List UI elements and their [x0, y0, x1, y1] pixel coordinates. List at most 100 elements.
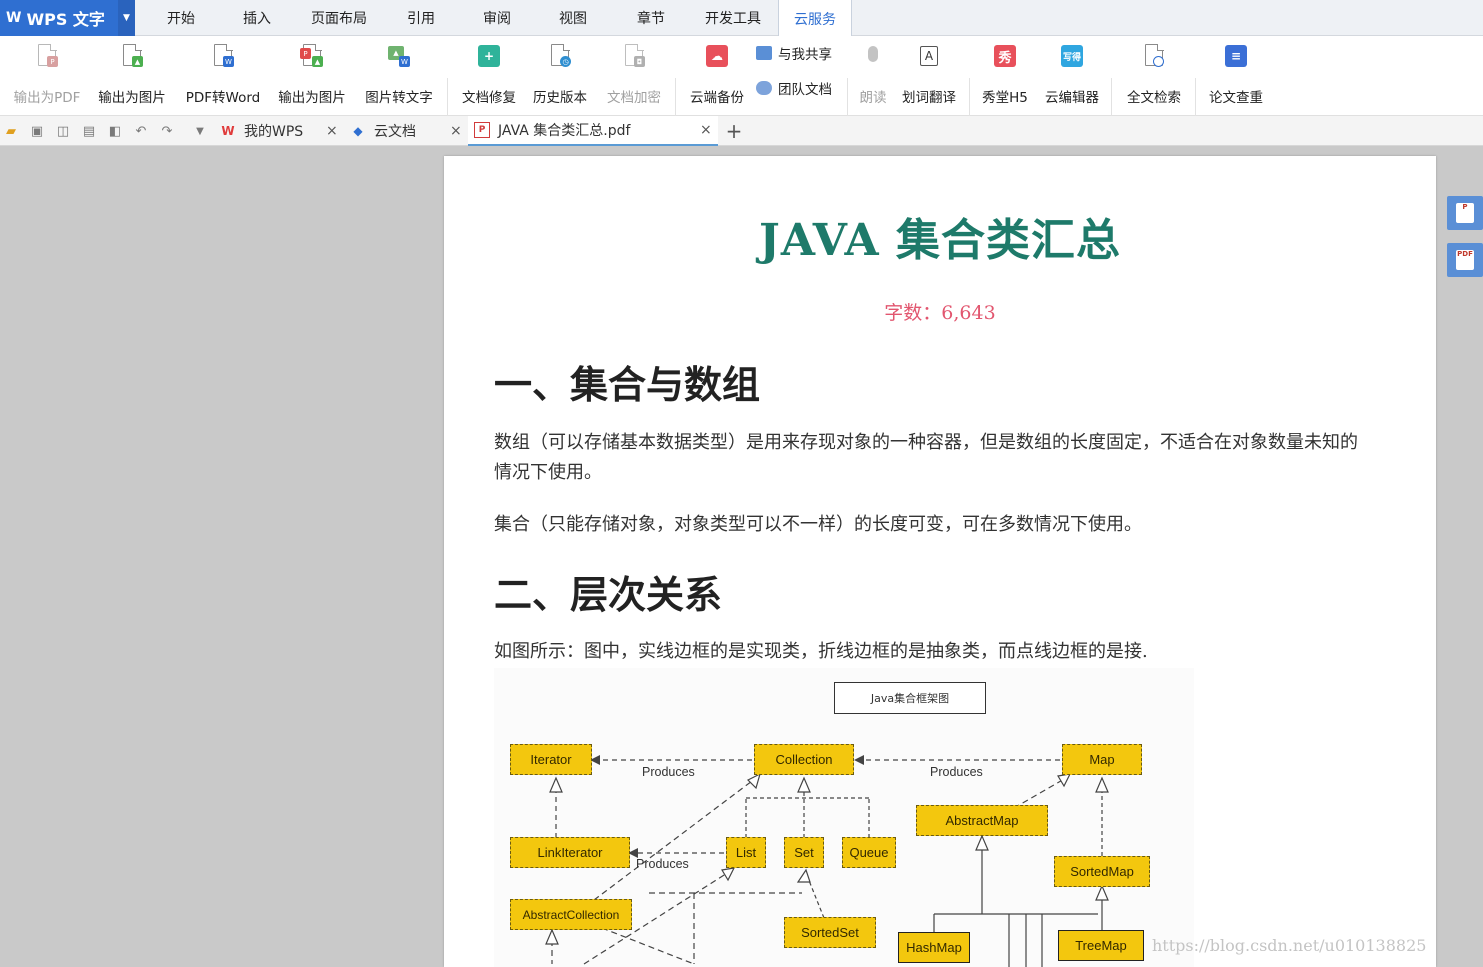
export-image-button[interactable]: ▲ 输出为图片	[94, 42, 170, 106]
export-pdf-button[interactable]: P 输出为PDF	[10, 42, 84, 106]
xiu-icon: 秀	[992, 44, 1018, 72]
word-count: 字数：6,643	[884, 302, 996, 324]
node-abstractmap: AbstractMap	[916, 805, 1048, 836]
export-pdf-icon: P	[34, 43, 60, 72]
node-hashmap: HashMap	[898, 932, 970, 963]
thesis-check-button[interactable]: ≡ 论文查重	[1202, 42, 1270, 106]
doc-tab-cloud-docs[interactable]: ◆ 云文档 ×	[350, 116, 466, 146]
collection-framework-diagram: Java集合框架图 Iterator Collection Map LinkIt…	[494, 668, 1194, 967]
side-pdf-to-word-button[interactable]: P	[1447, 196, 1483, 230]
tab-developer[interactable]: 开发工具	[694, 0, 772, 36]
share-icon	[756, 46, 772, 60]
document-workspace[interactable]: JAVA 集合类汇总 字数：6,643 一、集合与数组 数组（可以存储基本数据类…	[0, 147, 1483, 967]
history-button[interactable]: ◷ 历史版本	[527, 42, 593, 106]
node-abstractcollection: AbstractCollection	[510, 899, 632, 930]
xiutang-h5-button[interactable]: 秀 秀堂H5	[976, 42, 1034, 106]
app-name: WPS 文字	[26, 10, 105, 29]
word-translate-button[interactable]: A 划词翻译	[896, 42, 962, 106]
cloud-backup-button[interactable]: ☁ 云端备份	[684, 42, 750, 106]
pdf-icon: P	[474, 122, 490, 138]
cloud-editor-button[interactable]: 写得 云编辑器	[1040, 42, 1104, 106]
pdf-icon: PDF	[1456, 250, 1474, 270]
team-docs-button[interactable]: 团队文档	[756, 77, 832, 99]
watermark: https://blog.csdn.net/u010138825	[1152, 936, 1427, 955]
undo-icon[interactable]: ↶	[133, 123, 149, 139]
redo-icon[interactable]: ↷	[159, 123, 175, 139]
tab-section[interactable]: 章节	[618, 0, 684, 36]
save-icon[interactable]: ▣	[29, 123, 45, 139]
label-produces-2: Produces	[930, 765, 983, 779]
doc-repair-button[interactable]: + 文档修复	[456, 42, 522, 106]
close-icon[interactable]: ×	[326, 123, 338, 139]
pdf-word-icon: P	[1456, 203, 1474, 223]
node-sortedset: SortedSet	[784, 917, 876, 948]
document-title: JAVA 集合类汇总	[759, 215, 1121, 266]
node-queue: Queue	[842, 837, 896, 868]
microphone-icon	[860, 44, 886, 72]
diagram-title: Java集合框架图	[834, 682, 986, 714]
node-sortedmap: SortedMap	[1054, 856, 1150, 887]
document-page[interactable]: JAVA 集合类汇总 字数：6,643 一、集合与数组 数组（可以存储基本数据类…	[444, 156, 1436, 967]
node-linkiterator: LinkIterator	[510, 837, 630, 868]
image-to-text-icon: ▲ W	[386, 44, 412, 72]
doc-encrypt-button[interactable]: ◘ 文档加密	[600, 42, 668, 106]
paragraph-arrays: 数组（可以存储基本数据类型）是用来存现对象的一种容器，但是数组的长度固定，不适合…	[494, 432, 1358, 483]
ribbon: P 输出为PDF ▲ 输出为图片 W PDF转Word P ▲ 输出为图片 ▲ W …	[0, 36, 1483, 140]
tab-page-layout[interactable]: 页面布局	[300, 0, 378, 36]
lock-icon: ◘	[621, 43, 647, 72]
fulltext-search-button[interactable]: 全文检索	[1120, 42, 1188, 106]
team-icon	[756, 81, 772, 95]
cloud-backup-icon: ☁	[704, 44, 730, 72]
save-as-icon[interactable]: ◫	[55, 123, 71, 139]
pdf-to-word-button[interactable]: W PDF转Word	[180, 42, 266, 106]
read-aloud-button[interactable]: 朗读	[854, 42, 892, 106]
app-menu-dropdown-icon[interactable]: ▼	[118, 0, 135, 36]
print-icon[interactable]: ▤	[81, 123, 97, 139]
tab-references[interactable]: 引用	[388, 0, 454, 36]
export-image2-button[interactable]: P ▲ 输出为图片	[274, 42, 350, 106]
print-preview-icon[interactable]: ◧	[107, 123, 123, 139]
pdf-to-word-icon: W	[210, 43, 236, 72]
paragraph-figure-intro: 如图所示：图中，实线边框的是实现类，折线边框的是抽象类，而点线边框的是接.	[494, 641, 1148, 662]
node-treemap: TreeMap	[1058, 930, 1144, 961]
label-produces-1: Produces	[642, 765, 695, 779]
search-doc-icon	[1141, 43, 1167, 72]
node-set: Set	[784, 837, 824, 868]
wps-logo-icon: W	[6, 10, 21, 26]
open-folder-icon[interactable]: ▰	[3, 123, 19, 139]
heading-collections-arrays: 一、集合与数组	[494, 362, 761, 407]
close-icon[interactable]: ×	[700, 122, 712, 138]
tab-insert[interactable]: 插入	[224, 0, 290, 36]
export-image2-icon: P ▲	[299, 43, 325, 72]
label-produces-3: Produces	[636, 857, 689, 871]
shared-with-me-button[interactable]: 与我共享	[756, 42, 832, 64]
xiede-icon: 写得	[1059, 44, 1085, 72]
node-iterator: Iterator	[510, 744, 592, 775]
node-list: List	[726, 837, 766, 868]
thesis-check-icon: ≡	[1223, 44, 1249, 72]
app-menu-button[interactable]: W WPS 文字	[0, 0, 118, 36]
tab-bar: ▰ ▣ ◫ ▤ ◧ ↶ ↷ ▼ W 我的WPS × ◆ 云文档 × P JAVA…	[0, 116, 1483, 146]
heading-hierarchy: 二、层次关系	[494, 572, 723, 617]
doc-tab-my-wps[interactable]: W 我的WPS ×	[220, 116, 342, 146]
node-map: Map	[1062, 744, 1142, 775]
node-collection: Collection	[754, 744, 854, 775]
tab-cloud-service[interactable]: 云服务	[778, 0, 852, 37]
doc-repair-icon: +	[476, 44, 502, 72]
menu-bar: W WPS 文字 ▼ 开始 插入 页面布局 引用 审阅 视图 章节 开发工具 云…	[0, 0, 1483, 37]
tab-review[interactable]: 审阅	[464, 0, 530, 36]
tab-view[interactable]: 视图	[540, 0, 606, 36]
tab-start[interactable]: 开始	[148, 0, 214, 36]
doc-tab-java-pdf[interactable]: P JAVA 集合类汇总.pdf ×	[468, 116, 718, 146]
history-icon: ◷	[547, 43, 573, 72]
customize-dropdown-icon[interactable]: ▼	[192, 123, 208, 139]
translate-icon: A	[916, 44, 942, 72]
cloud-doc-icon: ◆	[353, 124, 363, 138]
paragraph-collections: 集合（只能存储对象，对象类型可以不一样）的长度可变，可在多数情况下使用。	[494, 514, 1142, 535]
side-pdf-tool-button[interactable]: PDF	[1447, 243, 1483, 277]
export-image-icon: ▲	[119, 43, 145, 72]
wps-icon: W	[221, 124, 235, 138]
image-to-text-button[interactable]: ▲ W 图片转文字	[360, 42, 438, 106]
new-tab-plus-icon[interactable]: +	[726, 119, 743, 143]
close-icon[interactable]: ×	[450, 123, 462, 139]
